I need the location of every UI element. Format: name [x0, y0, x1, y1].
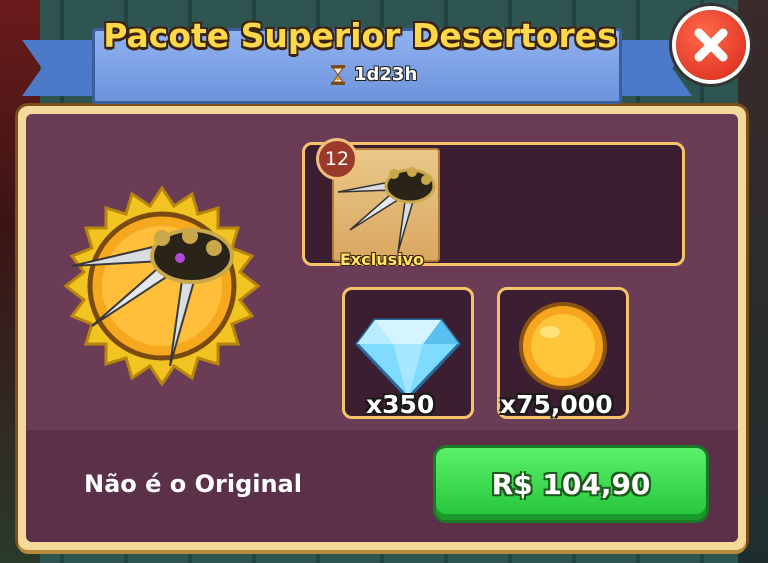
page-title: Pacote Superior Desertores	[103, 16, 617, 55]
timer-text: 1d23h	[354, 64, 418, 85]
exclusive-tag: Exclusivo	[339, 250, 425, 269]
close-button[interactable]	[676, 10, 746, 80]
close-icon	[694, 28, 728, 62]
featured-item-medal	[63, 186, 261, 386]
hourglass-icon	[331, 64, 345, 85]
coins-quantity: x75,000	[500, 390, 613, 419]
item-level-badge: 12	[316, 138, 358, 180]
buy-button[interactable]: R$ 104,90	[436, 448, 706, 520]
offer-timer: 1d23h	[330, 64, 417, 85]
gems-quantity: x350	[366, 390, 435, 419]
buy-button-label: R$ 104,90	[491, 467, 651, 501]
disclaimer-text: Não é o Original	[84, 470, 302, 498]
